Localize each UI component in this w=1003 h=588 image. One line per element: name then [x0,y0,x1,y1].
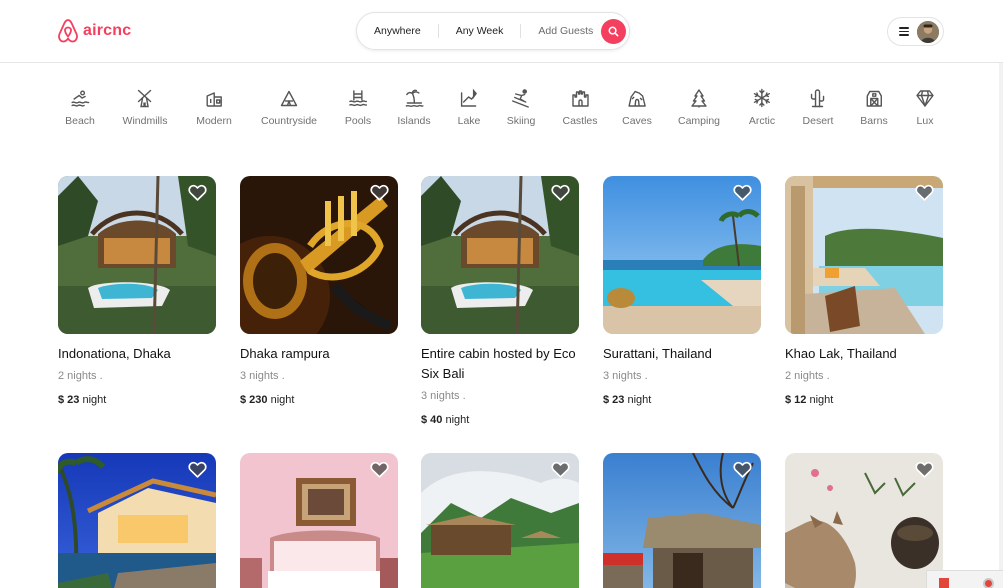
listing-card[interactable]: Dhaka rampura 3 nights . $ 230 night [240,176,398,408]
category-arctic[interactable]: Arctic [749,88,775,127]
brand-logo[interactable]: aircnc [57,18,131,44]
avatar [917,20,939,43]
listing-card[interactable] [421,453,579,588]
barn-icon [866,90,882,107]
search-guests-button[interactable]: Add Guests [521,23,601,39]
user-menu-button[interactable] [887,17,944,46]
listing-title: Surattani, Thailand [603,346,712,361]
pool-icon [349,90,368,107]
hut-mountain-photo[interactable] [421,453,579,588]
search-when-button[interactable]: Any Week [439,23,521,39]
listing-price: $ 23 night [58,394,107,406]
category-bar: Beach Windmills Modern Countryside Pools… [0,88,1003,133]
system-tray-overlay [926,570,1003,588]
search-submit-button[interactable] [601,18,627,44]
tray-app-icon[interactable] [939,578,949,588]
skiing-icon [512,89,530,108]
category-desert[interactable]: Desert [803,88,833,127]
favorite-heart-icon[interactable] [733,184,752,201]
category-islands[interactable]: Islands [397,88,431,127]
favorite-heart-icon[interactable] [551,461,570,478]
search-bar[interactable]: Anywhere Any Week Add Guests [356,12,630,50]
menu-icon [899,27,909,36]
cat-photo[interactable] [785,453,943,588]
windmill-icon [138,89,152,108]
category-lake[interactable]: Lake [458,88,480,127]
snowflake-icon [753,88,771,108]
terrace-pool-photo[interactable] [785,176,943,334]
cave-icon [628,90,646,107]
thatched-house-photo[interactable] [603,453,761,588]
search-where-button[interactable]: Anywhere [357,23,438,39]
listing-nights: 2 nights . [785,370,830,382]
listing-card[interactable] [240,453,398,588]
treehouse-pool-photo[interactable] [58,176,216,334]
listing-title: Dhaka rampura [240,346,330,361]
favorite-heart-icon[interactable] [915,461,934,478]
listing-card[interactable] [58,453,216,588]
category-skiing[interactable]: Skiing [507,88,535,127]
tray-browser-icon[interactable] [983,578,994,588]
lake-icon [461,88,478,107]
camping-icon [691,89,707,108]
category-countryside[interactable]: Countryside [261,88,317,127]
favorite-heart-icon[interactable] [733,461,752,478]
listing-card[interactable] [603,453,761,588]
favorite-heart-icon[interactable] [370,184,389,201]
favorite-heart-icon[interactable] [370,461,389,478]
listing-price: $ 12 night [785,394,834,406]
listing-card[interactable]: Surattani, Thailand 3 nights . $ 23 nigh… [603,176,761,408]
category-camping[interactable]: Camping [678,88,720,127]
countryside-icon [280,90,298,107]
island-icon [405,89,424,107]
trumpet-photo[interactable] [240,176,398,334]
listing-nights: 3 nights . [603,370,648,382]
beach-icon [71,90,90,107]
category-pools[interactable]: Pools [345,88,371,127]
category-castles[interactable]: Castles [562,88,598,127]
listing-price: $ 40 night [421,414,470,426]
category-beach[interactable]: Beach [65,88,95,127]
infinity-pool-photo[interactable] [603,176,761,334]
favorite-heart-icon[interactable] [915,184,934,201]
category-windmills[interactable]: Windmills [123,88,167,127]
favorite-heart-icon[interactable] [188,184,207,201]
listing-title: Khao Lak, Thailand [785,346,897,361]
diamond-icon [916,90,934,107]
favorite-heart-icon[interactable] [551,184,570,201]
listing-nights: 2 nights . [58,370,103,382]
top-navbar: aircnc Anywhere Any Week Add Guests [0,0,1003,63]
listing-card[interactable]: Indonationa, Dhaka 2 nights . $ 23 night [58,176,216,408]
logo-icon [58,19,78,43]
listing-price: $ 230 night [240,394,295,406]
listing-title: Entire cabin hosted by Eco Six Bali [421,346,576,381]
listing-title: Indonationa, Dhaka [58,346,171,361]
category-caves[interactable]: Caves [622,88,652,127]
category-barns[interactable]: Barns [860,88,888,127]
category-modern[interactable]: Modern [196,88,232,127]
listing-card[interactable]: Khao Lak, Thailand 2 nights . $ 12 night [785,176,943,408]
listing-nights: 3 nights . [240,370,285,382]
search-icon [608,26,619,36]
brand-name: aircnc [83,22,132,39]
listing-card[interactable] [785,453,943,588]
treehouse-pool-photo[interactable] [421,176,579,334]
page-scrollbar[interactable] [999,63,1003,588]
listing-price: $ 23 night [603,394,652,406]
villa-night-photo[interactable] [58,453,216,588]
pink-bedroom-photo[interactable] [240,453,398,588]
listing-nights: 3 nights . [421,390,466,402]
listing-card[interactable]: Entire cabin hosted by Eco Six Bali 3 ni… [421,176,579,428]
castle-icon [571,90,589,107]
category-lux[interactable]: Lux [915,88,935,127]
cactus-icon [811,89,825,108]
favorite-heart-icon[interactable] [188,461,207,478]
modern-house-icon [206,92,222,107]
